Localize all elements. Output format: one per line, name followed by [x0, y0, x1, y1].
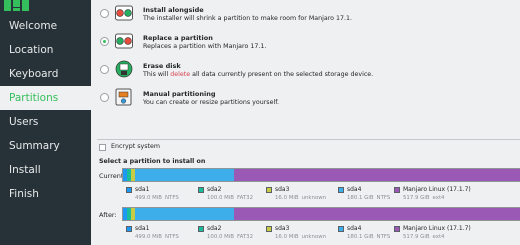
partition-filesystem: NTFS [376, 195, 391, 201]
partition-name: sda4 [347, 225, 362, 232]
sidebar-item-location[interactable]: Location [0, 38, 91, 62]
partition-color-swatch [394, 186, 400, 193]
sidebar-item-summary[interactable]: Summary [0, 134, 91, 158]
partition-filesystem: NTFS [165, 234, 179, 240]
partition-size: 100.0 MiB [207, 195, 234, 201]
partition-name: Manjaro Linux (17.1.7) [403, 186, 471, 193]
partition-filesystem: NTFS [376, 234, 391, 240]
partition-name: sda2 [207, 225, 222, 232]
partition-legend-item: sda4 180.1 GiB NTFS [338, 186, 393, 201]
option-title: Replace a partition [143, 34, 213, 42]
partition-size: 16.0 MiB [275, 234, 299, 240]
partition-page: Install alongside The installer will shr… [91, 0, 520, 245]
option-title: Manual partitioning [143, 90, 216, 98]
partition-filesystem: NTFS [165, 195, 179, 201]
partition-color-swatch [338, 186, 344, 193]
option-install-alongside[interactable]: Install alongside The installer will shr… [91, 2, 520, 32]
after-label: After: [99, 211, 117, 219]
partition-color-swatch [338, 225, 344, 232]
sidebar-item-install[interactable]: Install [0, 158, 91, 182]
partition-color-swatch [266, 186, 272, 193]
option-description: This will delete all data currently pres… [143, 71, 374, 78]
partition-size: 517.9 GiB [403, 195, 430, 201]
partition-legend-item: sda3 16.0 MiB unknown [266, 225, 329, 240]
partition-segment[interactable] [234, 208, 520, 220]
partition-legend-item: sda4 180.1 GiB NTFS [338, 225, 393, 240]
encrypt-system-checkbox[interactable] [99, 144, 106, 151]
partition-color-swatch [266, 225, 272, 232]
manual-partitioning-radio[interactable] [100, 93, 109, 102]
partition-size: 499.0 MiB [135, 234, 162, 240]
sidebar-item-welcome[interactable]: Welcome [0, 14, 91, 38]
erase-disk-icon [115, 60, 133, 78]
replace-partition-radio[interactable] [100, 37, 109, 46]
after-partition-bar[interactable] [122, 207, 520, 221]
partition-legend-item: Manjaro Linux (17.1.7) 517.9 GiB ext4 [394, 225, 471, 240]
sidebar: Welcome Location Keyboard Partitions Use… [0, 0, 91, 245]
partition-legend-item: sda1 499.0 MiB NTFS [126, 225, 182, 240]
partition-name: sda4 [347, 186, 362, 193]
partition-size: 100.0 MiB [207, 234, 234, 240]
partition-legend-item: sda1 499.0 MiB NTFS [126, 186, 182, 201]
erase-disk-radio[interactable] [100, 65, 109, 74]
partition-color-swatch [198, 225, 204, 232]
divider [97, 139, 520, 140]
partition-size: 499.0 MiB [135, 195, 162, 201]
partition-filesystem: ext4 [432, 195, 445, 201]
option-erase-disk[interactable]: Erase disk This will delete all data cur… [91, 58, 520, 88]
install-alongside-icon [115, 5, 133, 21]
partition-size: 180.1 GiB [347, 195, 374, 201]
partition-filesystem: ext4 [432, 234, 445, 240]
partition-segment[interactable] [134, 208, 235, 220]
partition-color-swatch [198, 186, 204, 193]
partition-size: 517.9 GiB [403, 234, 430, 240]
partition-legend-item: Manjaro Linux (17.1.7) 517.9 GiB ext4 [394, 186, 471, 201]
replace-partition-icon [115, 33, 133, 49]
partition-legend-item: sda2 100.0 MiB FAT32 [198, 186, 256, 201]
partition-filesystem: unknown [301, 195, 327, 201]
partition-size: 16.0 MiB [275, 195, 299, 201]
partition-name: sda2 [207, 186, 222, 193]
delete-warning: delete [170, 71, 191, 78]
current-partition-bar[interactable] [122, 168, 520, 182]
partition-legend-item: sda2 100.0 MiB FAT32 [198, 225, 256, 240]
partition-legend-item: sda3 16.0 MiB unknown [266, 186, 329, 201]
partition-color-swatch [126, 225, 132, 232]
partition-color-swatch [394, 225, 400, 232]
partition-name: sda1 [135, 225, 150, 232]
sidebar-item-users[interactable]: Users [0, 110, 91, 134]
option-description: Replaces a partition with Manjaro 17.1. [143, 43, 267, 50]
option-manual-partitioning[interactable]: Manual partitioning You can create or re… [91, 86, 520, 116]
partition-segment[interactable] [134, 169, 235, 181]
partition-filesystem: FAT32 [237, 234, 254, 240]
sidebar-item-finish[interactable]: Finish [0, 182, 91, 206]
sidebar-item-keyboard[interactable]: Keyboard [0, 62, 91, 86]
partition-name: sda3 [275, 186, 290, 193]
option-description: The installer will shrink a partition to… [143, 15, 353, 22]
install-alongside-radio[interactable] [100, 9, 109, 18]
partition-name: sda1 [135, 186, 150, 193]
option-title: Install alongside [143, 6, 204, 14]
partition-size: 180.1 GiB [347, 234, 374, 240]
manual-partitioning-icon [115, 88, 132, 106]
option-replace-partition[interactable]: Replace a partition Replaces a partition… [91, 30, 520, 60]
sidebar-item-partitions[interactable]: Partitions [0, 86, 91, 110]
partition-name: Manjaro Linux (17.1.7) [403, 225, 471, 232]
partition-filesystem: FAT32 [237, 195, 254, 201]
partition-name: sda3 [275, 225, 290, 232]
partition-filesystem: unknown [301, 234, 327, 240]
encrypt-system-label: Encrypt system [111, 143, 160, 150]
partition-color-swatch [126, 186, 132, 193]
partition-segment[interactable] [234, 169, 520, 181]
manjaro-logo [0, 0, 91, 13]
option-description: You can create or resize partitions your… [143, 99, 279, 106]
select-partition-label: Select a partition to install on [99, 158, 206, 165]
option-title: Erase disk [143, 62, 181, 70]
